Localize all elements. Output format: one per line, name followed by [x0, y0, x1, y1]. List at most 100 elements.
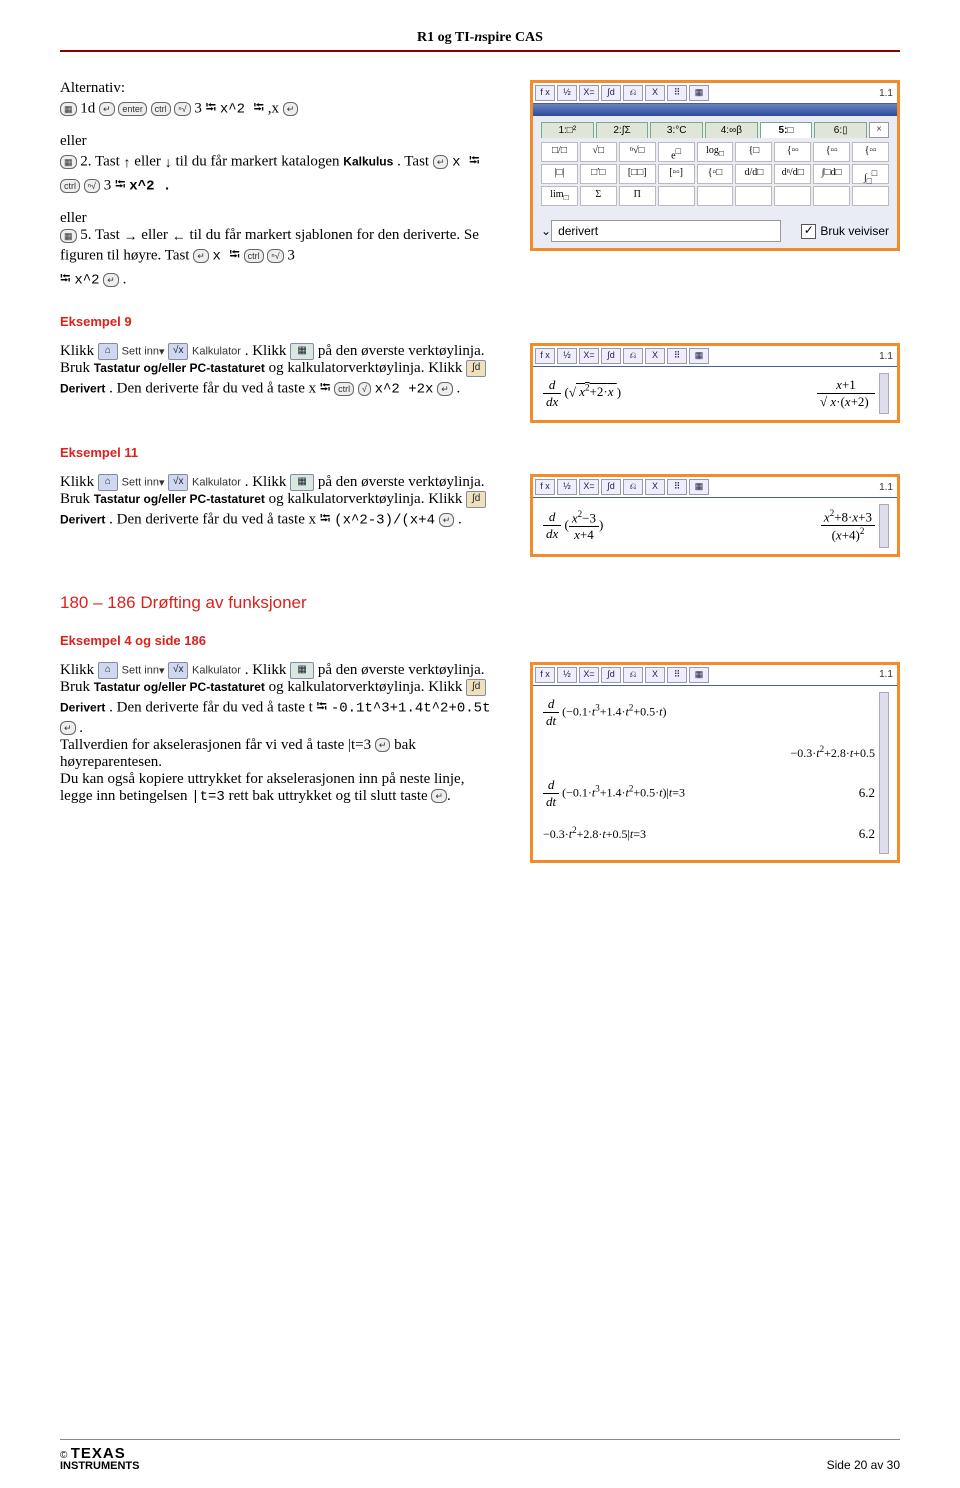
palette-close-icon[interactable]: × [869, 122, 889, 138]
palette-cell[interactable]: |□| [541, 164, 578, 184]
palette-cell[interactable]: dⁿ/d□ [774, 164, 811, 184]
scrollbar[interactable] [879, 504, 889, 548]
palette-cell[interactable]: log□ [697, 142, 734, 162]
toolbar-btn[interactable]: X [645, 667, 665, 683]
enter-key-icon: ↵ [439, 513, 455, 527]
toolbar-btn[interactable]: ▦ [689, 667, 709, 683]
toolbar-btn[interactable]: ▦ [689, 348, 709, 364]
palette-tab-6[interactable]: 6:▯ [814, 122, 867, 138]
templates-icon[interactable]: ▦ [290, 474, 314, 491]
toolbar-btn[interactable]: ⠿ [667, 348, 687, 364]
toolbar-btn[interactable]: ⠿ [667, 85, 687, 101]
scrollbar[interactable] [879, 692, 889, 854]
palette-cell[interactable]: e□ [658, 142, 695, 162]
integral-icon[interactable]: ∫d [466, 679, 486, 696]
dropdown-expand-icon[interactable]: ⌄ [541, 224, 551, 238]
toolbar-btn[interactable]: ⎌ [623, 667, 643, 683]
palette-cell[interactable]: □/□ [541, 142, 578, 162]
calculator-icon[interactable]: √x [168, 662, 188, 679]
toolbar-btn[interactable]: ⎌ [623, 85, 643, 101]
palette-tab-5[interactable]: 5:□ [760, 122, 813, 138]
toolbar-btn[interactable]: ½ [557, 667, 577, 683]
palette-cell[interactable]: Σ [580, 186, 617, 206]
toolbar-btn[interactable]: ∫d [601, 479, 621, 495]
palette-cell[interactable]: ⁿ√□ [619, 142, 656, 162]
toolbar-btn[interactable]: ∫d [601, 85, 621, 101]
enter-key-icon: ↵ [60, 721, 76, 735]
tab-left-icon: ⭾ [320, 379, 331, 395]
example-9-heading: Eksempel 9 [60, 314, 900, 329]
calc-row: −0.3·t2+2.8·t+0.5|t=3 6.2 [541, 814, 877, 854]
toolbar-btn[interactable]: ⠿ [667, 667, 687, 683]
toolbar-btn[interactable]: X= [579, 348, 599, 364]
home-icon[interactable]: ⌂ [98, 662, 118, 679]
derivert-dropdown[interactable]: derivert [551, 220, 781, 242]
toolbar-btn[interactable]: f x [535, 667, 555, 683]
enter-key-icon: ↵ [99, 102, 115, 116]
palette-cell[interactable]: Π [619, 186, 656, 206]
palette-cell[interactable] [813, 186, 850, 206]
toolbar-btn[interactable]: X= [579, 479, 599, 495]
integral-icon[interactable]: ∫d [466, 360, 486, 377]
palette-cell[interactable] [658, 186, 695, 206]
toolbar-btn[interactable]: ½ [557, 348, 577, 364]
enter-key-icon: ↵ [431, 789, 447, 803]
toolbar-btn[interactable]: ∫d [601, 348, 621, 364]
toolbar-btn[interactable]: ⎌ [623, 348, 643, 364]
palette-tab-4[interactable]: 4:∞β [705, 122, 758, 138]
toolbar-btn[interactable]: X= [579, 85, 599, 101]
templates-icon[interactable]: ▦ [290, 662, 314, 679]
scrollbar[interactable] [879, 373, 889, 414]
alt-3: ▦ 5. Tast → eller ← til du får markert s… [60, 227, 500, 292]
home-icon[interactable]: ⌂ [98, 474, 118, 491]
toolbar-btn[interactable]: ⠿ [667, 479, 687, 495]
palette-tab-2[interactable]: 2:∫Σ [596, 122, 649, 138]
enter-key-icon: ↵ [103, 273, 119, 287]
palette-cell[interactable]: [▫▫] [658, 164, 695, 184]
palette-cell[interactable] [774, 186, 811, 206]
page-footer: © TEXAS INSTRUMENTS Side 20 av 30 [60, 1439, 900, 1472]
calculator-icon[interactable]: √x [168, 474, 188, 491]
palette-tab-3[interactable]: 3:°C [650, 122, 703, 138]
wizard-checkbox[interactable]: ✓ [801, 224, 816, 239]
eller-1: eller [60, 133, 500, 150]
title-suffix: spire CAS [482, 30, 543, 45]
palette-cell[interactable]: ∫□□ [852, 164, 889, 184]
palette-cell[interactable]: {▫▫ [852, 142, 889, 162]
toolbar-btn[interactable]: ▦ [689, 85, 709, 101]
palette-cell[interactable]: ∫□d□ [813, 164, 850, 184]
palette-cell[interactable]: {▫▫ [774, 142, 811, 162]
palette-cell[interactable]: d/d□ [735, 164, 772, 184]
palette-cell[interactable] [735, 186, 772, 206]
ctrl-key-icon: ctrl [334, 382, 354, 396]
palette-cell[interactable] [697, 186, 734, 206]
palette-cell[interactable]: [□□] [619, 164, 656, 184]
toolbar-btn[interactable]: ½ [557, 85, 577, 101]
toolbar-btn[interactable]: f x [535, 85, 555, 101]
toolbar-btn[interactable]: ⎌ [623, 479, 643, 495]
palette-cell[interactable]: {▫▫ [813, 142, 850, 162]
toolbar-btn[interactable]: ½ [557, 479, 577, 495]
toolbar-btn[interactable]: ▦ [689, 479, 709, 495]
toolbar-btn[interactable]: X [645, 479, 665, 495]
calculator-icon[interactable]: √x [168, 343, 188, 360]
toolbar-btn[interactable]: X [645, 348, 665, 364]
toolbar-btn[interactable]: X= [579, 667, 599, 683]
page-indicator: 1.1 [879, 351, 895, 362]
palette-cell[interactable]: □′□ [580, 164, 617, 184]
integral-icon[interactable]: ∫d [466, 491, 486, 508]
home-icon[interactable]: ⌂ [98, 343, 118, 360]
palette-cell[interactable]: √□ [580, 142, 617, 162]
palette-cell[interactable]: lim□ [541, 186, 578, 206]
palette-cell[interactable] [852, 186, 889, 206]
toolbar-btn[interactable]: f x [535, 348, 555, 364]
toolbar-btn[interactable]: ∫d [601, 667, 621, 683]
tab-left-icon: ⭾ [115, 176, 126, 192]
arrow-up-icon: ↑ [124, 154, 131, 170]
palette-tab-1[interactable]: 1:□² [541, 122, 594, 138]
toolbar-btn[interactable]: X [645, 85, 665, 101]
templates-icon[interactable]: ▦ [290, 343, 314, 360]
toolbar-btn[interactable]: f x [535, 479, 555, 495]
palette-cell[interactable]: {□ [735, 142, 772, 162]
palette-cell[interactable]: {▫□ [697, 164, 734, 184]
